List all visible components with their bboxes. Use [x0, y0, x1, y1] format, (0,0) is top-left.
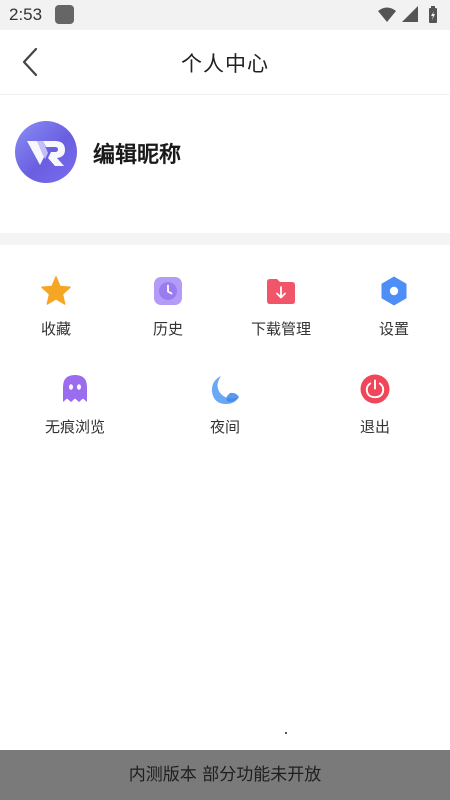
download-folder-icon [267, 279, 295, 304]
menu-item-history[interactable]: 历史 [112, 274, 224, 339]
signal-icon [402, 6, 418, 22]
menu-item-incognito[interactable]: 无痕浏览 [19, 372, 131, 437]
status-indicators [378, 6, 437, 23]
app-logo-icon [27, 141, 65, 166]
menu-label-downloads: 下载管理 [250, 320, 311, 338]
moon-icon [211, 376, 239, 404]
wifi-icon [378, 7, 396, 22]
menu-label-favorites: 收藏 [40, 320, 71, 338]
menu-item-downloads[interactable]: 下载管理 [225, 274, 337, 339]
nickname-edit[interactable]: 编辑昵称 [93, 137, 181, 169]
ghost-icon [63, 375, 87, 402]
star-icon [41, 276, 71, 305]
menu-item-settings[interactable]: 设置 [338, 274, 450, 339]
menu-label-settings: 设置 [378, 320, 409, 338]
settings-hexagon-icon [381, 276, 407, 306]
header: 个人中心 [0, 30, 450, 95]
beta-notice-banner: 内测版本 部分功能未开放 [0, 750, 450, 800]
app-notification-icon [55, 5, 74, 24]
section-divider [0, 233, 450, 245]
battery-icon [429, 6, 437, 23]
menu-item-logout[interactable]: 退出 [319, 372, 431, 437]
menu-label-logout: 退出 [359, 418, 390, 436]
menu-label-night-mode: 夜间 [209, 418, 240, 436]
avatar[interactable] [15, 121, 77, 183]
power-icon [360, 374, 390, 404]
stray-dot [285, 732, 287, 734]
menu-label-history: 历史 [152, 320, 183, 338]
profile-section: 编辑昵称 [0, 95, 450, 233]
status-bar: 2:53 [0, 0, 450, 30]
menu-label-incognito: 无痕浏览 [44, 418, 105, 436]
menu-item-night-mode[interactable]: 夜间 [169, 372, 281, 437]
menu-item-favorites[interactable]: 收藏 [0, 274, 112, 339]
clock-icon [154, 277, 182, 305]
page-title: 个人中心 [181, 52, 269, 76]
status-time: 2:53 [9, 5, 43, 24]
